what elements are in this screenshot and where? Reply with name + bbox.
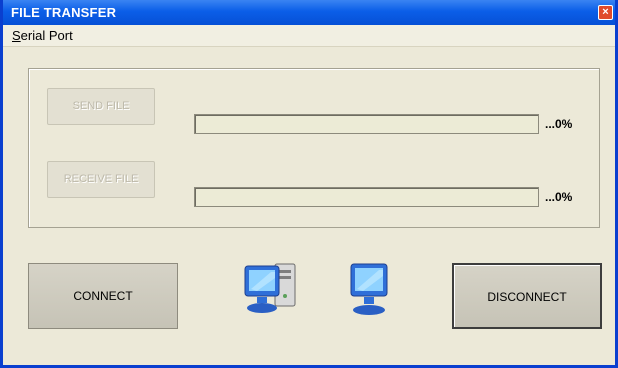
send-progress-percent: ...0% <box>545 117 573 131</box>
disconnect-button[interactable]: DISCONNECT <box>452 263 602 329</box>
menu-mnemonic: S <box>12 28 21 43</box>
receive-progress-bar <box>194 187 539 207</box>
receive-file-button[interactable]: RECEIVE FILE <box>47 161 155 198</box>
close-button[interactable]: × <box>598 5 613 20</box>
title-bar[interactable]: FILE TRANSFER × <box>3 0 615 25</box>
file-transfer-window: FILE TRANSFER × Serial Port SEND FILE ..… <box>0 0 618 368</box>
close-icon: × <box>602 6 609 18</box>
window-title: FILE TRANSFER <box>11 5 117 20</box>
send-progress-bar <box>194 114 539 134</box>
connect-button[interactable]: CONNECT <box>28 263 178 329</box>
menu-item-label: erial Port <box>20 28 73 43</box>
computer-tower-icon <box>244 263 296 313</box>
menu-item-serial-port[interactable]: Serial Port <box>12 28 73 43</box>
send-file-button[interactable]: SEND FILE <box>47 88 155 125</box>
monitor-icon <box>350 263 388 315</box>
receive-progress-percent: ...0% <box>545 190 573 204</box>
menu-bar: Serial Port <box>3 25 615 47</box>
